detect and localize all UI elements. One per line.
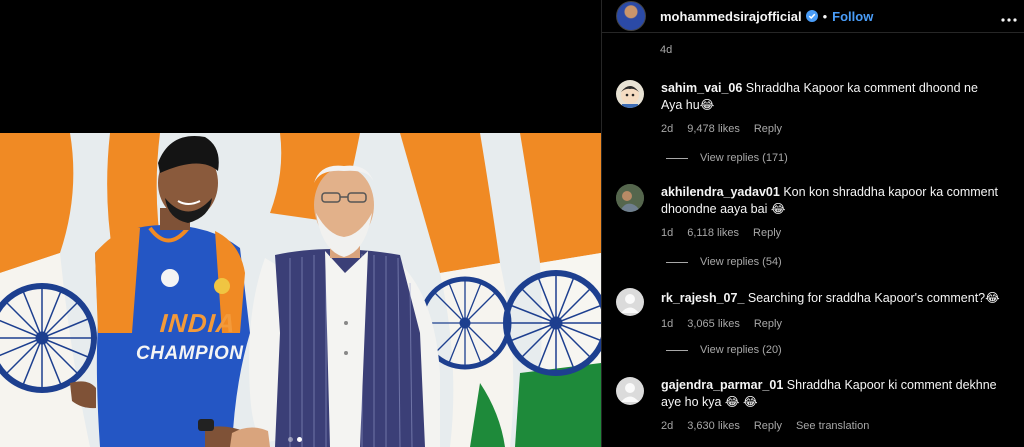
jersey-text-champion: CHAMPION: [136, 343, 244, 364]
comment-username[interactable]: rk_rajesh_07_: [661, 291, 744, 305]
carousel-dot[interactable]: [288, 437, 293, 442]
author-username[interactable]: mohammedsirajofficial: [660, 9, 802, 24]
reply-button[interactable]: Reply: [754, 418, 782, 435]
comment-time[interactable]: 2d: [661, 418, 673, 435]
carousel-dot-active[interactable]: [297, 437, 302, 442]
view-replies-label[interactable]: View replies (54): [700, 256, 782, 268]
verified-badge-icon: [805, 10, 818, 22]
commenter-avatar-default[interactable]: [616, 377, 644, 405]
view-replies-button[interactable]: View replies (20): [666, 344, 782, 356]
view-replies-button[interactable]: View replies (54): [666, 256, 782, 268]
replies-divider: [666, 261, 688, 263]
comment-username[interactable]: sahim_vai_06: [661, 81, 742, 95]
comment-likes[interactable]: 3,630 likes: [687, 418, 740, 435]
comment-time[interactable]: 2d: [661, 121, 673, 138]
reply-button[interactable]: Reply: [754, 316, 782, 333]
commenter-avatar-default[interactable]: [616, 288, 644, 316]
post-time: 4d: [660, 44, 673, 56]
view-replies-label[interactable]: View replies (171): [700, 152, 788, 164]
see-translation-link[interactable]: See translation: [796, 418, 869, 435]
more-options-icon[interactable]: [1001, 9, 1017, 27]
replies-divider: [666, 349, 688, 351]
comment-username[interactable]: gajendra_parmar_01: [661, 378, 783, 392]
jersey-text-india: INDIA: [158, 308, 237, 338]
comment-likes[interactable]: 9,478 likes: [687, 121, 740, 138]
carousel-dots: [288, 437, 302, 442]
reply-button[interactable]: Reply: [754, 121, 782, 138]
comment-time[interactable]: 1d: [661, 316, 673, 333]
view-replies-label[interactable]: View replies (20): [700, 344, 782, 356]
post-media[interactable]: INDIA CHAMPION: [0, 0, 601, 447]
commenter-avatar[interactable]: [616, 184, 644, 212]
follow-button[interactable]: Follow: [832, 9, 873, 24]
comment-likes[interactable]: 3,065 likes: [687, 316, 740, 333]
post-photo: INDIA CHAMPION: [0, 133, 601, 447]
comment-time[interactable]: 1d: [661, 225, 673, 242]
view-replies-button[interactable]: View replies (171): [666, 152, 788, 164]
commenter-avatar[interactable]: [616, 80, 644, 108]
header-separator: •: [822, 8, 828, 24]
comment-likes[interactable]: 6,118 likes: [687, 225, 739, 242]
comments-panel: mohammedsirajofficial • Follow 4d sahim_…: [601, 0, 1024, 447]
comment-text: Searching for sraddha Kapoor's comment?😂: [747, 291, 1000, 305]
replies-divider: [666, 157, 688, 159]
photo-illustration: [0, 133, 601, 447]
comment-username[interactable]: akhilendra_yadav01: [661, 185, 780, 199]
reply-button[interactable]: Reply: [753, 225, 781, 242]
post-header: mohammedsirajofficial • Follow: [602, 0, 1024, 33]
author-avatar[interactable]: [616, 1, 646, 31]
